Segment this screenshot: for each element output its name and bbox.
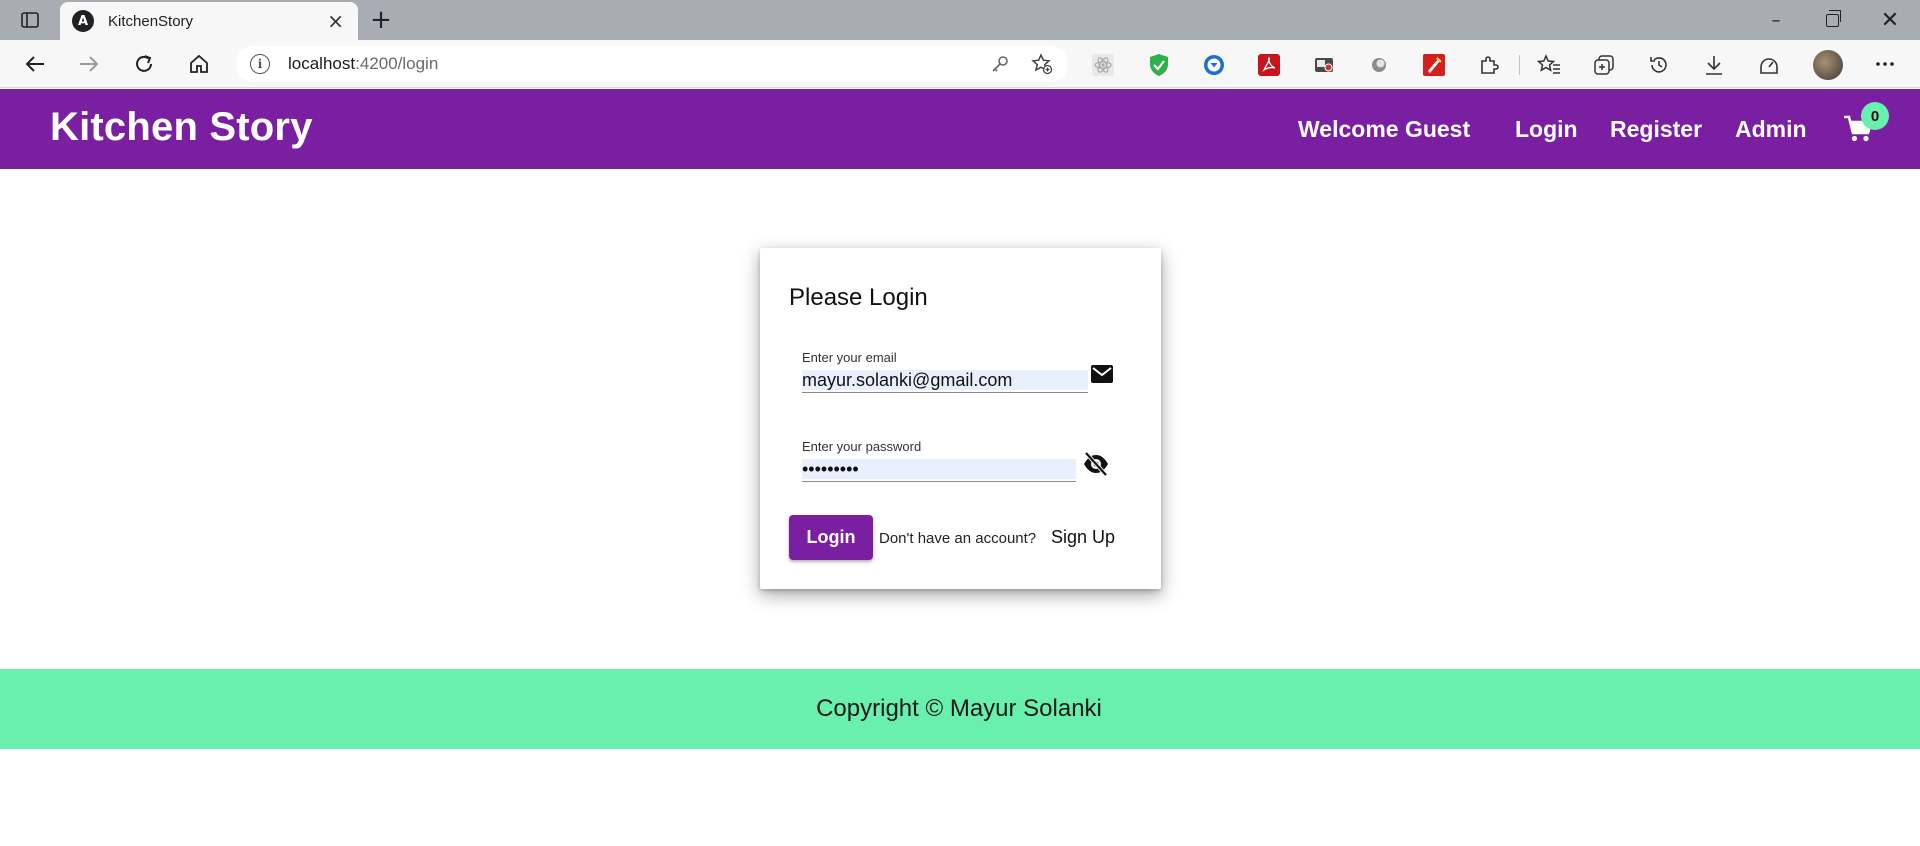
extensions-icon[interactable] (1476, 52, 1502, 78)
key-icon[interactable] (988, 52, 1012, 76)
window-close-button[interactable]: ✕ (1870, 6, 1910, 34)
email-underline (802, 392, 1088, 393)
browser-tab[interactable]: A KitchenStory × (60, 2, 358, 40)
info-icon[interactable]: i (250, 54, 270, 74)
camera-extension-icon[interactable] (1311, 52, 1337, 78)
password-label: Enter your password (802, 439, 922, 454)
sidebar-icon[interactable] (18, 9, 42, 31)
email-label: Enter your email (802, 350, 897, 365)
pdf-extension-icon[interactable] (1256, 52, 1282, 78)
welcome-text: Welcome Guest (1298, 116, 1471, 142)
login-button[interactable]: Login (789, 515, 873, 560)
nav-register-link[interactable]: Register (1610, 116, 1702, 143)
angular-icon: A (72, 10, 94, 32)
plus-icon[interactable]: + (366, 5, 396, 35)
pen-extension-icon[interactable] (1421, 52, 1447, 78)
footer: Copyright © Mayur Solanki (0, 669, 1920, 749)
brand-title[interactable]: Kitchen Story (50, 105, 313, 150)
mail-icon (1090, 364, 1114, 384)
circle-extension-icon[interactable] (1366, 52, 1392, 78)
more-icon[interactable] (1868, 48, 1902, 80)
copyright-text: Copyright © Mayur Solanki (816, 695, 1102, 722)
minimize-button[interactable]: – (1756, 6, 1796, 34)
profile-avatar[interactable] (1813, 50, 1843, 80)
performance-icon[interactable] (1756, 52, 1782, 78)
cart-count-badge: 0 (1861, 102, 1889, 130)
downloads-icon[interactable] (1701, 52, 1727, 78)
forward-icon[interactable] (72, 48, 106, 80)
signup-link[interactable]: Sign Up (1051, 527, 1115, 548)
password-underline (802, 481, 1076, 482)
add-favorite-icon[interactable] (1030, 52, 1054, 76)
login-card: Please Login Enter your email Enter your… (760, 248, 1161, 589)
no-account-text: Don't have an account? (879, 530, 1037, 547)
shield-extension-icon[interactable] (1146, 52, 1172, 78)
home-icon[interactable] (182, 48, 216, 80)
browser-toolbar: i localhost:4200/login (0, 40, 1920, 88)
eye-off-icon[interactable] (1082, 451, 1110, 477)
nav-login-link[interactable]: Login (1515, 116, 1578, 143)
url-text[interactable]: localhost:4200/login (288, 54, 970, 74)
app-header: Kitchen Story Welcome Guest Login Regist… (0, 89, 1920, 169)
nav-admin-link[interactable]: Admin (1735, 116, 1807, 143)
close-icon[interactable]: × (327, 11, 344, 31)
refresh-icon[interactable] (127, 48, 161, 80)
restore-button[interactable] (1812, 6, 1852, 34)
password-field[interactable] (802, 459, 1076, 479)
browser-tab-bar: A KitchenStory × + – ✕ (0, 0, 1920, 40)
email-field[interactable] (802, 370, 1088, 390)
react-devtools-icon[interactable] (1090, 52, 1116, 78)
favorites-icon[interactable] (1536, 52, 1562, 78)
address-bar[interactable]: i localhost:4200/login (236, 46, 1068, 82)
toolbar-separator (1519, 55, 1520, 75)
login-title: Please Login (789, 284, 928, 311)
history-icon[interactable] (1646, 52, 1672, 78)
tab-title: KitchenStory (108, 12, 194, 30)
download-extension-icon[interactable] (1201, 52, 1227, 78)
back-icon[interactable] (18, 48, 52, 80)
collections-icon[interactable] (1591, 52, 1617, 78)
